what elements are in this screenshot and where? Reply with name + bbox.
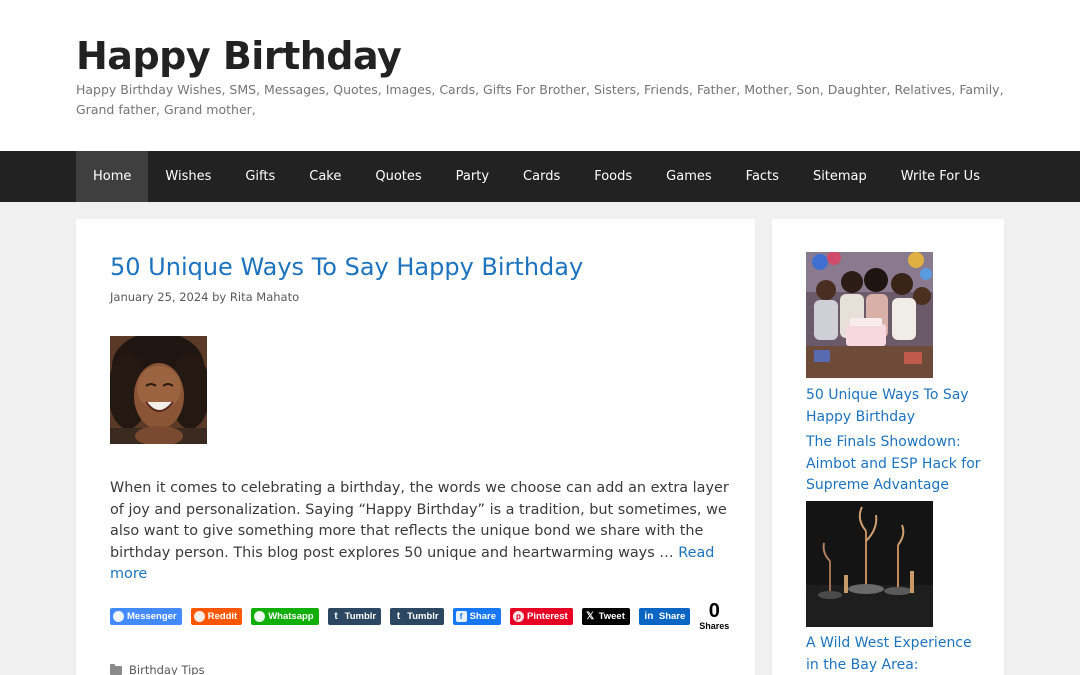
site-description: Happy Birthday Wishes, SMS, Messages, Qu…: [76, 82, 1004, 117]
pinterest-share-label: Pinterest: [527, 610, 568, 622]
smiling-woman-image: [110, 336, 207, 444]
pinterest-icon: p: [513, 610, 524, 622]
pinterest-share-button[interactable]: p Pinterest: [510, 607, 573, 625]
post-meta: January 25, 2024 by Rita Mahato: [110, 290, 299, 304]
reddit-icon: ●: [193, 610, 205, 622]
facebook-icon: f: [455, 610, 467, 622]
site-header: Happy Birthday Happy Birthday Wishes, SM…: [0, 0, 1080, 151]
dark-table-decor-image: [806, 501, 933, 627]
post-thumbnail[interactable]: [110, 336, 207, 444]
nav-item-cards[interactable]: Cards: [506, 151, 577, 202]
tumblr-share-label-2: Tumblr: [407, 610, 439, 622]
sidebar-post-image-1[interactable]: [806, 252, 933, 378]
tumblr-icon: t: [334, 610, 338, 622]
sidebar-post-link-1[interactable]: 50 Unique Ways To Say Happy Birthday: [806, 385, 981, 428]
post-by: by: [212, 290, 227, 304]
nav-item-party[interactable]: Party: [439, 151, 506, 202]
category-link[interactable]: Birthday Tips: [129, 663, 205, 675]
post-title[interactable]: 50 Unique Ways To Say Happy Birthday: [110, 253, 583, 281]
x-icon: 𝕏: [586, 610, 595, 622]
tumblr-icon: t: [396, 610, 401, 622]
nav-item-facts[interactable]: Facts: [729, 151, 796, 202]
nav-item-wishes[interactable]: Wishes: [148, 151, 228, 202]
folder-icon: [110, 663, 122, 675]
sidebar: 50 Unique Ways To Say Happy Birthday The…: [772, 219, 1004, 675]
messenger-icon: ✦: [113, 610, 124, 622]
sidebar-post-link-2[interactable]: The Finals Showdown: Aimbot and ESP Hack…: [806, 432, 981, 497]
nav-item-games[interactable]: Games: [649, 151, 728, 202]
tumblr-share-label: Tumblr: [344, 610, 377, 622]
facebook-share-label: Share: [469, 610, 496, 622]
share-count-label: Shares: [699, 621, 730, 631]
tumblr-share-button-2[interactable]: t Tumblr: [390, 607, 444, 625]
whatsapp-icon: ✆: [254, 610, 266, 622]
linkedin-share-label: Share: [658, 610, 686, 622]
reddit-share-button[interactable]: ● Reddit: [190, 607, 243, 625]
nav-item-foods[interactable]: Foods: [577, 151, 649, 202]
messenger-share-label: Messenger: [127, 610, 177, 622]
linkedin-icon: in: [644, 610, 654, 622]
tumblr-share-button[interactable]: t Tumblr: [327, 607, 382, 625]
share-bar: ✦ Messenger ● Reddit ✆ Whatsapp t Tumblr t Tu…: [110, 601, 729, 631]
birthday-party-image: [806, 252, 933, 378]
linkedin-share-button[interactable]: in Share: [638, 607, 691, 625]
post-date[interactable]: January 25, 2024: [110, 290, 208, 304]
sidebar-post-image-3[interactable]: [806, 501, 933, 627]
share-count: 0 Shares: [699, 601, 729, 631]
nav-item-cake[interactable]: Cake: [292, 151, 358, 202]
post-excerpt-text: When it comes to celebrating a birthday,…: [110, 480, 729, 561]
nav-item-gifts[interactable]: Gifts: [228, 151, 292, 202]
whatsapp-share-button[interactable]: ✆ Whatsapp: [251, 607, 319, 625]
nav-item-write-for-us[interactable]: Write For Us: [884, 151, 997, 202]
share-count-number: 0: [708, 600, 720, 622]
whatsapp-share-label: Whatsapp: [268, 610, 314, 622]
post-card: 50 Unique Ways To Say Happy Birthday Jan…: [76, 219, 755, 675]
post-categories: Birthday Tips: [110, 663, 205, 675]
sidebar-post-link-3[interactable]: A Wild West Experience in the Bay Area:: [806, 633, 981, 675]
site-title[interactable]: Happy Birthday: [76, 34, 402, 78]
nav-item-home[interactable]: Home: [76, 151, 149, 202]
post-excerpt: When it comes to celebrating a birthday,…: [110, 478, 730, 586]
reddit-share-label: Reddit: [207, 610, 238, 622]
nav-item-quotes[interactable]: Quotes: [358, 151, 438, 202]
nav-item-sitemap[interactable]: Sitemap: [796, 151, 884, 202]
facebook-share-button[interactable]: f Share: [452, 607, 501, 625]
main-navigation: Home Wishes Gifts Cake Quotes Party Card…: [0, 151, 1080, 202]
messenger-share-button[interactable]: ✦ Messenger: [110, 607, 182, 625]
post-author[interactable]: Rita Mahato: [230, 290, 299, 304]
x-tweet-button[interactable]: 𝕏 Tweet: [581, 607, 630, 625]
x-tweet-label: Tweet: [598, 610, 625, 622]
